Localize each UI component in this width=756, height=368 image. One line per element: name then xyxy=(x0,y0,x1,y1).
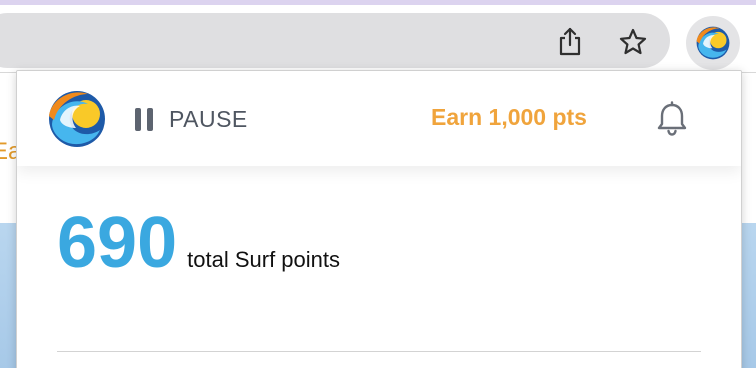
browser-toolbar xyxy=(0,5,756,73)
points-summary: 690 total Surf points xyxy=(57,207,340,279)
points-value: 690 xyxy=(57,203,178,283)
bell-icon xyxy=(657,101,687,136)
pause-icon xyxy=(135,107,153,131)
points-label: total Surf points xyxy=(187,247,341,272)
notifications-button[interactable] xyxy=(654,100,690,138)
section-divider xyxy=(57,351,701,352)
pause-label: PAUSE xyxy=(169,105,248,132)
bookmark-button[interactable] xyxy=(616,25,650,59)
popup-header: PAUSE Earn 1,000 pts xyxy=(17,71,741,166)
background-page-image-right xyxy=(740,223,756,368)
pause-button[interactable]: PAUSE xyxy=(135,104,248,134)
star-icon xyxy=(619,28,647,55)
surf-wave-logo-icon xyxy=(49,91,105,147)
surf-wave-logo-icon xyxy=(696,26,730,60)
surf-extension-button[interactable] xyxy=(686,16,740,70)
share-button[interactable] xyxy=(553,25,587,59)
browser-window: Ea PAUSE Earn 1,000 pts 690 total Surf p… xyxy=(0,0,756,368)
share-icon xyxy=(559,27,581,56)
earn-points-link[interactable]: Earn 1,000 pts xyxy=(431,104,587,131)
surf-extension-popup: PAUSE Earn 1,000 pts 690 total Surf poin… xyxy=(16,70,742,368)
